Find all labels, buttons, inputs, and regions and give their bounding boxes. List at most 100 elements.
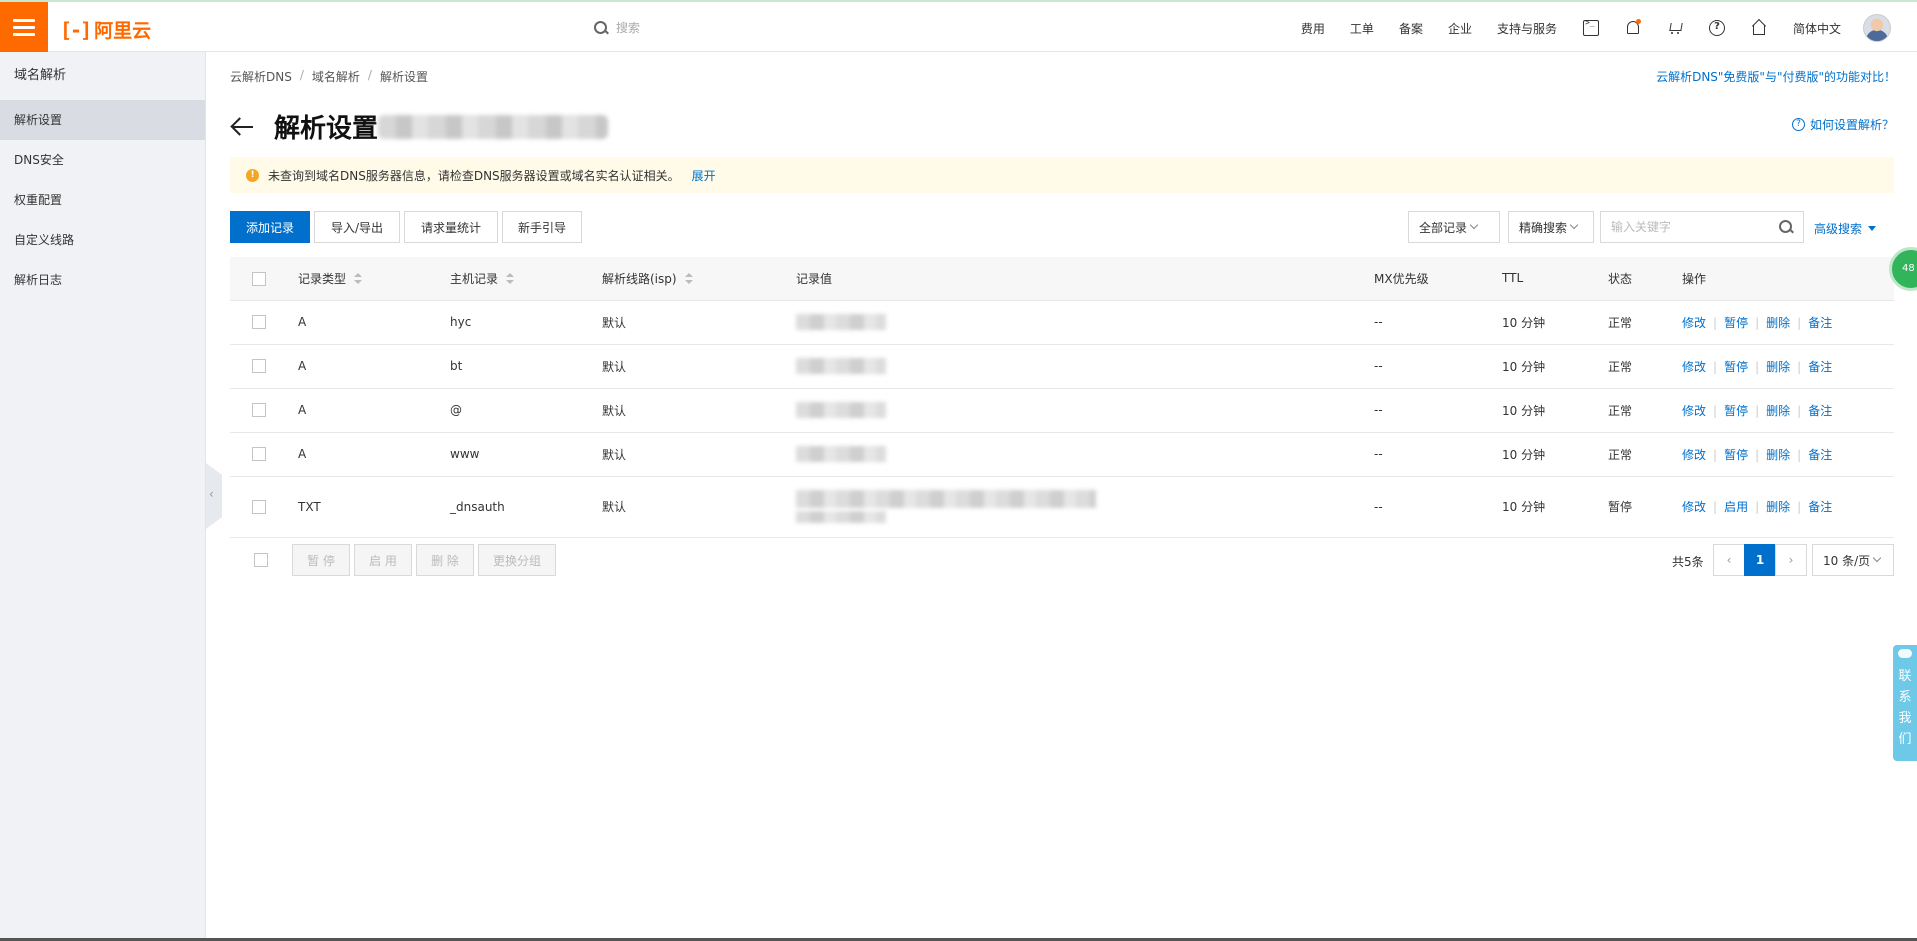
import-export-button[interactable]: 导入/导出 [314, 211, 400, 243]
cell-value [796, 300, 1374, 345]
batch-delete-button[interactable]: 删 除 [416, 544, 474, 576]
bell-icon[interactable] [1625, 19, 1641, 36]
records-table: 记录类型 主机记录 解析线路(isp) 记录值 MX优先级 TTL 状态 操作 … [230, 257, 1894, 538]
batch-action-bar: 暂 停 启 用 删 除 更换分组 共5条 ‹ 1 › 10 条/页 [230, 544, 1894, 576]
toggle-link[interactable]: 暂停 [1724, 448, 1748, 462]
contact-us-tab[interactable]: 联 系 我 们 [1893, 645, 1917, 761]
divider: | [1755, 447, 1760, 462]
toggle-link[interactable]: 暂停 [1724, 360, 1748, 374]
nav-tickets[interactable]: 工单 [1350, 20, 1374, 37]
sidebar-item-custom-line[interactable]: 自定义线路 [0, 220, 205, 260]
home-icon[interactable] [1751, 20, 1767, 36]
row-checkbox[interactable] [252, 403, 266, 418]
logo[interactable]: [-] 阿里云 [60, 16, 151, 43]
cell-value [796, 476, 1374, 538]
delete-link[interactable]: 删除 [1766, 316, 1790, 330]
search-mode-select[interactable]: 精确搜索 [1508, 211, 1594, 243]
delete-link[interactable]: 删除 [1766, 404, 1790, 418]
edit-link[interactable]: 修改 [1682, 404, 1706, 418]
select-all-checkbox[interactable] [254, 553, 268, 567]
divider: | [1713, 403, 1718, 418]
cell-host: hyc [450, 300, 602, 345]
toggle-link[interactable]: 暂停 [1724, 316, 1748, 330]
request-stats-button[interactable]: 请求量统计 [404, 211, 498, 243]
notice-text: 未查询到域名DNS服务器信息，请检查DNS服务器设置或域名实名认证相关。 [268, 168, 680, 183]
record-filter-select[interactable]: 全部记录 [1408, 211, 1500, 243]
delete-link[interactable]: 删除 [1766, 360, 1790, 374]
delete-link[interactable]: 删除 [1766, 448, 1790, 462]
sidebar-item-weight-config[interactable]: 权重配置 [0, 180, 205, 220]
page-size-value: 10 条/页 [1823, 553, 1871, 568]
header-type-label: 记录类型 [298, 271, 347, 286]
guide-button[interactable]: 新手引导 [502, 211, 582, 243]
row-checkbox[interactable] [252, 315, 266, 330]
divider: | [1755, 359, 1760, 374]
toggle-link[interactable]: 启用 [1724, 500, 1748, 514]
keyword-input[interactable] [1611, 220, 1771, 234]
help-icon[interactable]: ? [1708, 20, 1725, 36]
page-title: 解析设置 [274, 114, 379, 144]
divider: | [1797, 315, 1802, 330]
sort-icon[interactable] [506, 273, 515, 285]
page-size-select[interactable]: 10 条/页 [1812, 544, 1894, 576]
divider: | [1797, 447, 1802, 462]
terminal-icon[interactable] [1582, 18, 1599, 36]
keyword-search-box [1600, 211, 1804, 243]
note-link[interactable]: 备注 [1808, 448, 1832, 462]
edit-link[interactable]: 修改 [1682, 500, 1706, 514]
sort-icon[interactable] [684, 273, 693, 285]
select-all-checkbox[interactable] [252, 271, 266, 286]
next-page-button[interactable]: › [1775, 544, 1807, 576]
nav-support[interactable]: 支持与服务 [1497, 20, 1557, 37]
batch-enable-button[interactable]: 启 用 [354, 544, 412, 576]
cell-ttl: 10 分钟 [1502, 388, 1608, 433]
cell-ttl: 10 分钟 [1502, 344, 1608, 389]
nav-enterprise[interactable]: 企业 [1448, 20, 1472, 37]
avatar[interactable] [1863, 14, 1891, 42]
breadcrumb-item[interactable]: 云解析DNS [230, 68, 292, 85]
notice-expand-link[interactable]: 展开 [692, 167, 716, 184]
divider: | [1713, 315, 1718, 330]
note-link[interactable]: 备注 [1808, 404, 1832, 418]
menu-icon[interactable] [0, 2, 48, 52]
sort-icon[interactable] [354, 273, 363, 285]
search-icon[interactable] [1779, 220, 1793, 234]
table-row: A @ 默认 -- 10 分钟 正常 修改 | 暂停 | 删除 | 备注 [230, 388, 1894, 433]
cart-icon[interactable] [1667, 20, 1683, 36]
breadcrumb-separator: / [367, 68, 372, 82]
sidebar-title[interactable]: 域名解析 [0, 52, 205, 100]
nav-billing[interactable]: 费用 [1301, 20, 1325, 37]
divider: | [1797, 403, 1802, 418]
howto-link[interactable]: ? 如何设置解析？ [1791, 116, 1894, 133]
global-search[interactable]: 搜索 [594, 19, 640, 36]
page-number-current[interactable]: 1 [1744, 544, 1776, 576]
edit-link[interactable]: 修改 [1682, 360, 1706, 374]
back-arrow-icon[interactable] [230, 115, 254, 139]
note-link[interactable]: 备注 [1808, 500, 1832, 514]
cell-ops: 修改 | 暂停 | 删除 | 备注 [1682, 388, 1894, 433]
row-checkbox[interactable] [252, 499, 266, 514]
sidebar-item-resolve-settings[interactable]: 解析设置 [0, 100, 205, 140]
sidebar-item-resolve-log[interactable]: 解析日志 [0, 260, 205, 300]
sidebar-item-dns-security[interactable]: DNS安全 [0, 140, 205, 180]
total-count: 共5条 [1672, 555, 1704, 569]
note-link[interactable]: 备注 [1808, 360, 1832, 374]
add-record-button[interactable]: 添加记录 [230, 211, 310, 243]
delete-link[interactable]: 删除 [1766, 500, 1790, 514]
edit-link[interactable]: 修改 [1682, 448, 1706, 462]
prev-page-button[interactable]: ‹ [1713, 544, 1745, 576]
note-link[interactable]: 备注 [1808, 316, 1832, 330]
language-switch[interactable]: 简体中文 [1793, 20, 1841, 37]
compare-editions-link[interactable]: 云解析DNS"免费版"与"付费版"的功能对比！ [1656, 68, 1896, 85]
nav-icp[interactable]: 备案 [1399, 20, 1423, 37]
row-checkbox[interactable] [252, 359, 266, 374]
advanced-search-toggle[interactable]: 高级搜索 [1814, 220, 1877, 237]
change-group-button[interactable]: 更换分组 [478, 544, 556, 576]
row-checkbox[interactable] [252, 447, 266, 462]
batch-pause-button[interactable]: 暂 停 [292, 544, 350, 576]
breadcrumb-item[interactable]: 域名解析 [312, 68, 360, 85]
chat-icon [1898, 649, 1912, 658]
toggle-link[interactable]: 暂停 [1724, 404, 1748, 418]
edit-link[interactable]: 修改 [1682, 316, 1706, 330]
sidebar-collapse-handle[interactable]: ‹ [206, 463, 222, 529]
